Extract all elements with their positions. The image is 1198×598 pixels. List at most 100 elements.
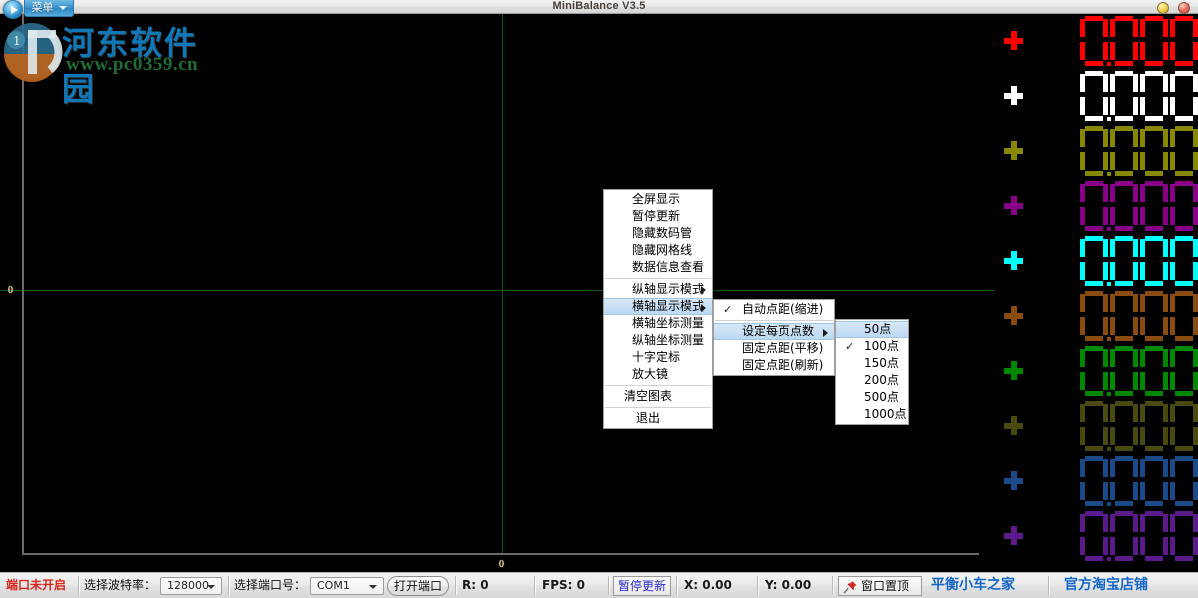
- segment-c: [1103, 152, 1108, 170]
- segment-a: [1145, 236, 1163, 241]
- submenu-points-item-label: 1000点: [864, 407, 907, 421]
- segment-f: [1170, 514, 1175, 532]
- segment-a: [1085, 401, 1103, 406]
- context-menu-item-8[interactable]: 纵轴坐标测量: [604, 332, 712, 349]
- open-port-button[interactable]: 打开端口: [387, 576, 449, 596]
- plus-bar-v: [1011, 196, 1017, 215]
- plus-marker-icon: [1004, 526, 1023, 545]
- context-menu-item-10[interactable]: 放大镜: [604, 366, 712, 383]
- submenu-points-item-0[interactable]: 50点: [836, 321, 908, 338]
- plus-marker-icon: [1004, 251, 1023, 270]
- context-menu-item-0[interactable]: 全屏显示: [604, 191, 712, 208]
- app-logo-orb-icon[interactable]: [3, 0, 23, 19]
- seven-segment-digit: [1080, 181, 1108, 231]
- submenu-x-axis-item-3[interactable]: 固定点距(刷新): [714, 357, 834, 374]
- segment-d: [1085, 336, 1103, 341]
- segment-c: [1103, 317, 1108, 335]
- pause-update-button[interactable]: 暂停更新: [613, 576, 671, 596]
- context-menu-item-7[interactable]: 横轴坐标测量: [604, 315, 712, 332]
- x-coordinate: X: 0.00: [684, 573, 732, 598]
- context-menu-item-4[interactable]: 数据信息查看: [604, 259, 712, 276]
- check-icon: ✓: [845, 338, 854, 355]
- segment-a: [1145, 126, 1163, 131]
- segment-d: [1085, 501, 1103, 506]
- context-menu-item-9[interactable]: 十字定标: [604, 349, 712, 366]
- segment-e: [1170, 207, 1175, 225]
- link-balance-car-home[interactable]: 平衡小车之家: [931, 573, 1015, 598]
- submenu-points-item-5[interactable]: 1000点: [836, 406, 908, 423]
- segment-f: [1170, 239, 1175, 257]
- segment-e: [1170, 317, 1175, 335]
- segment-b: [1193, 184, 1198, 202]
- seven-segment-digit: [1170, 71, 1198, 121]
- segment-c: [1163, 317, 1168, 335]
- submenu-x-axis-item-0[interactable]: ✓自动点距(缩进): [714, 301, 834, 318]
- submenu-x-axis-item-1[interactable]: 设定每页点数: [714, 323, 834, 340]
- menu-button[interactable]: 菜单: [24, 0, 74, 17]
- segment-f: [1110, 74, 1115, 92]
- submenu-points-item-1[interactable]: ✓100点: [836, 338, 908, 355]
- segment-a: [1145, 291, 1163, 296]
- segment-e: [1140, 97, 1145, 115]
- seven-segment-digit: [1170, 346, 1198, 396]
- segment-d: [1175, 501, 1193, 506]
- baud-rate-select[interactable]: 128000: [160, 577, 222, 595]
- seven-segment-digit: [1110, 291, 1138, 341]
- segment-a: [1175, 511, 1193, 516]
- segment-a: [1175, 456, 1193, 461]
- submenu-points-per-page[interactable]: 50点✓100点150点 200点500点1000点: [835, 319, 909, 425]
- segment-e: [1080, 152, 1085, 170]
- segment-b: [1133, 349, 1138, 367]
- submenu-arrow-icon: [823, 329, 828, 337]
- minimize-button[interactable]: [1157, 2, 1169, 14]
- segment-e: [1110, 42, 1115, 60]
- submenu-x-axis-mode[interactable]: ✓自动点距(缩进) 设定每页点数固定点距(平移)固定点距(刷新): [713, 299, 835, 376]
- chevron-down-icon: [369, 585, 377, 589]
- context-menu[interactable]: 全屏显示暂停更新隐藏数码管隐藏网格线数据信息查看纵轴显示模式横轴显示模式横轴坐标…: [603, 189, 713, 429]
- submenu-points-item-label: 150点: [864, 356, 899, 370]
- context-menu-footer-item-label: 清空图表: [624, 389, 672, 403]
- pushpin-icon: [843, 580, 858, 594]
- segment-c: [1163, 97, 1168, 115]
- submenu-x-axis-item-2[interactable]: 固定点距(平移): [714, 340, 834, 357]
- digit-value: [1080, 399, 1198, 454]
- segment-d: [1115, 446, 1133, 451]
- segment-b: [1163, 404, 1168, 422]
- submenu-points-item-4[interactable]: 500点: [836, 389, 908, 406]
- seven-segment-digit: [1140, 16, 1168, 66]
- topmost-window-label: 窗口置顶: [861, 579, 909, 593]
- port-number-select[interactable]: COM1: [310, 577, 384, 595]
- link-official-taobao-shop[interactable]: 官方淘宝店铺: [1064, 573, 1148, 598]
- topmost-window-button[interactable]: 窗口置顶: [838, 576, 922, 596]
- segment-e: [1170, 42, 1175, 60]
- plus-bar-v: [1011, 251, 1017, 270]
- status-separator: [228, 576, 229, 595]
- digit-row: [995, 454, 1198, 509]
- segment-b: [1133, 239, 1138, 257]
- chart-plot-area[interactable]: 0 0: [0, 14, 995, 572]
- segment-c: [1103, 207, 1108, 225]
- submenu-points-item-2[interactable]: 150点: [836, 355, 908, 372]
- context-menu-item-5[interactable]: 纵轴显示模式: [604, 281, 712, 298]
- close-button[interactable]: [1178, 2, 1190, 14]
- context-menu-item-6[interactable]: 横轴显示模式: [604, 298, 712, 315]
- segment-e: [1080, 537, 1085, 555]
- y-label: Y:: [765, 578, 777, 592]
- context-menu-item-2[interactable]: 隐藏数码管: [604, 225, 712, 242]
- context-menu-footer-item-0[interactable]: 清空图表: [604, 388, 712, 405]
- context-menu-footer-item-1[interactable]: 退出: [604, 410, 712, 427]
- segment-a: [1085, 181, 1103, 186]
- segment-b: [1103, 459, 1108, 477]
- plus-marker-icon: [1004, 86, 1023, 105]
- segment-d: [1085, 61, 1103, 66]
- fps-value: 0: [577, 578, 585, 592]
- context-menu-item-1[interactable]: 暂停更新: [604, 208, 712, 225]
- seven-segment-digit: [1110, 126, 1138, 176]
- submenu-points-item-3[interactable]: 200点: [836, 372, 908, 389]
- context-menu-item-3[interactable]: 隐藏网格线: [604, 242, 712, 259]
- segment-a: [1175, 181, 1193, 186]
- seven-segment-digit: [1170, 236, 1198, 286]
- segment-c: [1103, 537, 1108, 555]
- segment-a: [1115, 16, 1133, 21]
- segment-f: [1170, 404, 1175, 422]
